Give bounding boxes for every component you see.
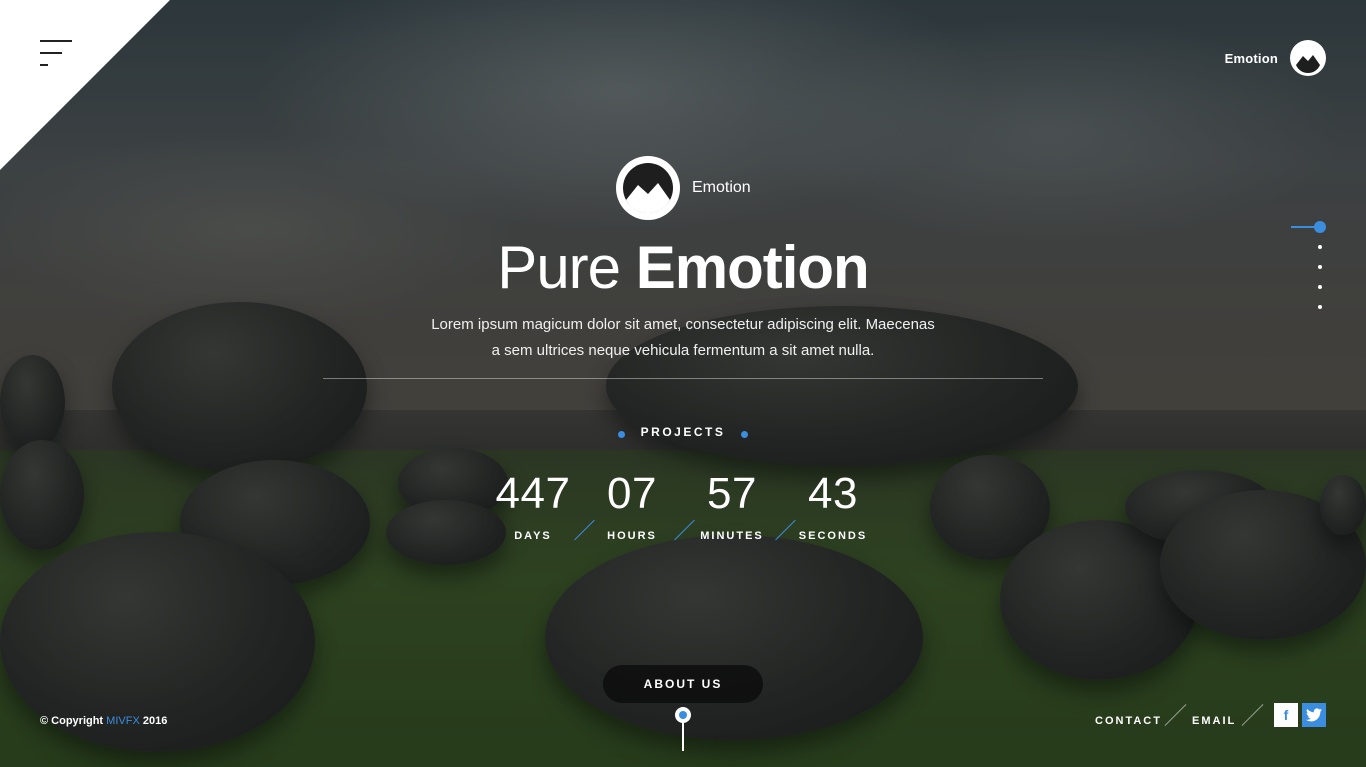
facebook-icon[interactable]: f — [1274, 703, 1298, 727]
pager-dot-5[interactable] — [1318, 305, 1322, 309]
countdown-seconds: 43 SECONDS — [783, 469, 883, 543]
countdown-label: SECONDS — [798, 530, 868, 542]
about-us-button[interactable]: ABOUT US — [603, 665, 763, 703]
countdown-hours: 07 HOURS — [582, 469, 682, 543]
countdown-heading: PROJECTS — [640, 425, 726, 439]
dark-overlay — [0, 0, 1366, 767]
facebook-glyph: f — [1283, 707, 1289, 723]
description-line: a sem ultrices neque vehicula fermentum … — [491, 342, 875, 359]
countdown-label: HOURS — [607, 530, 657, 542]
twitter-bird-icon — [1306, 708, 1322, 722]
description-line: Lorem ipsum magicum dolor sit amet, cons… — [431, 316, 935, 333]
countdown-days: 447 DAYS — [483, 469, 583, 543]
countdown-label: MINUTES — [700, 530, 764, 542]
countdown-minutes: 57 MINUTES — [682, 469, 782, 543]
bullet-dot-icon — [741, 431, 748, 438]
hero-brand: Emotion — [616, 156, 751, 220]
copyright: © Copyright MIVFX 2016 — [40, 715, 167, 727]
page-title: Pure Emotion — [0, 232, 1366, 304]
countdown-value: 07 — [607, 469, 657, 518]
copyright-brand-link[interactable]: MIVFX — [106, 715, 140, 727]
pager-dot-4[interactable] — [1318, 285, 1322, 289]
twitter-icon[interactable] — [1302, 703, 1326, 727]
copyright-prefix: © Copyright — [40, 715, 104, 727]
background-scene — [0, 0, 1366, 767]
countdown-value: 447 — [495, 469, 571, 518]
pager-dot-2[interactable] — [1318, 245, 1322, 249]
countdown-label: DAYS — [514, 530, 552, 542]
pager-dot-1[interactable] — [1314, 221, 1326, 233]
mountain-logo-icon — [1290, 40, 1326, 76]
scroll-indicator-line — [682, 723, 684, 751]
hamburger-menu-icon[interactable] — [40, 40, 72, 68]
copyright-year: 2016 — [142, 715, 168, 727]
scroll-indicator-icon[interactable] — [675, 707, 691, 723]
countdown-value: 57 — [707, 469, 757, 518]
title-light: Pure — [497, 234, 621, 301]
mountain-logo-icon — [616, 156, 680, 220]
email-link[interactable]: EMAIL — [1192, 715, 1236, 727]
pager-dot-3[interactable] — [1318, 265, 1322, 269]
contact-link[interactable]: CONTACT — [1095, 715, 1162, 727]
header-brand[interactable]: Emotion — [1225, 40, 1326, 76]
divider — [323, 378, 1043, 379]
hero-brand-name: Emotion — [692, 179, 751, 196]
title-bold: Emotion — [635, 234, 870, 301]
hero-description: Lorem ipsum magicum dolor sit amet, cons… — [383, 312, 983, 364]
countdown-value: 43 — [808, 469, 858, 518]
header-brand-name: Emotion — [1224, 50, 1278, 66]
